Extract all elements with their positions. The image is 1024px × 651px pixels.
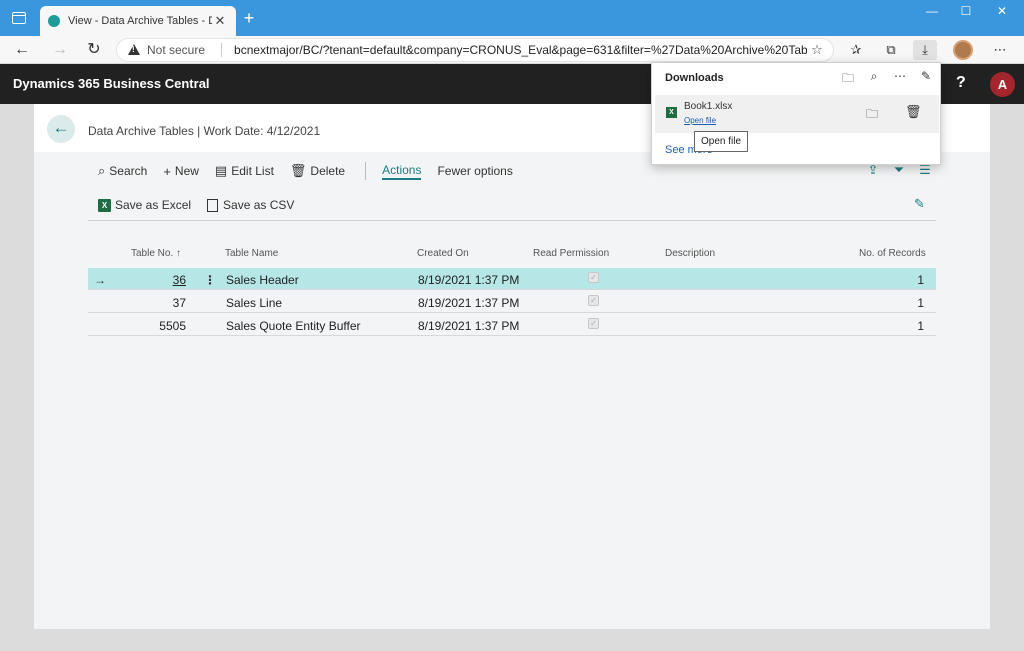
save-as-excel-button[interactable]: X Save as Excel — [98, 198, 191, 212]
table-name-cell: Sales Header — [226, 273, 299, 287]
list-page: ← Data Archive Tables | Work Date: 4/12/… — [34, 104, 990, 629]
refresh-icon[interactable]: ↻ — [84, 40, 104, 60]
table-no-cell[interactable]: 5505 — [96, 319, 186, 333]
actions-tab-label: Actions — [382, 162, 422, 177]
not-secure-label[interactable]: Not secure — [147, 43, 205, 57]
url-divider — [221, 43, 223, 57]
favorites-icon[interactable]: ✰ — [844, 40, 868, 60]
excel-icon: X — [98, 198, 111, 212]
app-brand[interactable]: Dynamics 365 Business Central — [13, 76, 210, 91]
maximize-button[interactable]: ☐ — [950, 4, 982, 22]
no-of-records-cell: 1 — [917, 296, 924, 310]
col-description[interactable]: Description — [665, 248, 715, 259]
excel-file-icon: X — [666, 107, 677, 118]
new-label: New — [174, 164, 199, 178]
fewer-options-label: Fewer options — [437, 164, 513, 178]
read-permission-checkbox: ✓ — [588, 318, 599, 329]
page-background: ← Data Archive Tables | Work Date: 4/12/… — [0, 104, 1024, 651]
no-of-records-cell: 1 — [917, 319, 924, 333]
delete-download-icon[interactable]: 🗑 — [905, 104, 922, 120]
download-file-name: Book1.xlsx — [684, 101, 733, 112]
edit-list-button[interactable]: ▤ Edit List — [215, 163, 274, 179]
open-downloads-folder-icon[interactable]: 🗀 — [835, 69, 861, 90]
search-button[interactable]: ⌕ Search — [98, 163, 147, 179]
pin-action-icon[interactable]: ✎ — [914, 196, 925, 212]
collections-icon[interactable]: ⧉ — [879, 40, 903, 60]
new-tab-button[interactable]: + — [240, 9, 258, 27]
created-on-cell: 8/19/2021 1:37 PM — [418, 296, 520, 310]
created-on-cell: 8/19/2021 1:37 PM — [418, 273, 520, 287]
plus-icon: + — [163, 163, 171, 179]
minimize-button[interactable]: — — [916, 4, 948, 22]
address-toolbar: ← → ↻ Not secure bcnextmajor/BC/?tenant=… — [0, 36, 1024, 64]
actions-tab[interactable]: Actions — [382, 162, 422, 180]
tab-actions-icon[interactable] — [12, 12, 26, 24]
help-icon[interactable]: ? — [956, 74, 966, 92]
pin-icon[interactable]: ✎ — [913, 69, 939, 90]
tab-title: View - Data Archive Tables - Dyn — [68, 15, 212, 27]
open-file-link[interactable]: Open file — [684, 116, 716, 125]
table-name-cell: Sales Line — [226, 296, 283, 310]
show-in-folder-icon[interactable]: 🗀 — [866, 105, 878, 126]
fewer-options-button[interactable]: Fewer options — [437, 164, 512, 178]
row-menu-icon[interactable]: ⋮ — [204, 273, 216, 287]
delete-label: Delete — [310, 164, 346, 178]
browser-titlebar: View - Data Archive Tables - Dyn ✕ + — ☐… — [0, 0, 1024, 36]
back-arrow-icon[interactable]: ← — [12, 40, 32, 60]
col-table-name[interactable]: Table Name — [225, 248, 278, 259]
downloads-icon[interactable]: ⤓ — [913, 40, 937, 60]
save-as-csv-button[interactable]: Save as CSV — [207, 198, 294, 212]
read-permission-checkbox: ✓ — [588, 272, 599, 283]
profile-avatar[interactable] — [953, 40, 973, 60]
browser-tab[interactable]: View - Data Archive Tables - Dyn ✕ — [40, 6, 236, 36]
no-of-records-cell: 1 — [917, 273, 924, 287]
search-label: Search — [109, 164, 148, 178]
action-bar: ⌕ Search + New ▤ Edit List 🗑 Delete Acti… — [98, 160, 529, 182]
col-created-on[interactable]: Created On — [417, 248, 469, 259]
secondary-action-bar: X Save as Excel Save as CSV — [98, 194, 310, 216]
edit-list-icon: ▤ — [214, 163, 228, 178]
action-divider — [365, 162, 367, 180]
favicon-icon — [48, 15, 60, 27]
table-row[interactable]: 37 Sales Line 8/19/2021 1:37 PM ✓ 1 — [88, 291, 936, 313]
col-table-no[interactable]: Table No. ↑ — [131, 248, 181, 259]
table-name-cell: Sales Quote Entity Buffer — [226, 319, 361, 333]
table-no-cell[interactable]: 37 — [96, 296, 186, 310]
search-downloads-icon[interactable]: ⌕ — [861, 69, 887, 90]
table-row[interactable]: → 36 ⋮ Sales Header 8/19/2021 1:37 PM ✓ … — [88, 268, 936, 290]
save-as-excel-label: Save as Excel — [115, 198, 192, 212]
download-item[interactable]: X Book1.xlsx Open file 🗀 🗑 — [655, 95, 939, 133]
page-title: Data Archive Tables | Work Date: 4/12/20… — [88, 124, 321, 138]
downloads-toolbar: 🗀 ⌕ ⋯ ✎ — [835, 69, 939, 90]
header-divider — [88, 220, 936, 221]
url-text[interactable]: bcnextmajor/BC/?tenant=default&company=C… — [234, 43, 807, 57]
open-file-tooltip: Open file — [694, 131, 748, 152]
search-icon: ⌕ — [98, 163, 106, 178]
edit-list-label: Edit List — [231, 164, 274, 178]
downloads-title: Downloads — [665, 72, 724, 84]
read-permission-checkbox: ✓ — [588, 295, 599, 306]
more-options-icon[interactable]: ⋯ — [887, 69, 913, 90]
csv-file-icon — [207, 198, 219, 212]
more-options-icon[interactable]: ⋯ — [988, 40, 1012, 60]
col-read-permission[interactable]: Read Permission — [533, 248, 609, 259]
table-no-cell[interactable]: 36 — [96, 273, 186, 287]
col-no-of-records[interactable]: No. of Records — [859, 248, 926, 259]
new-button[interactable]: + New — [163, 164, 199, 179]
table-header: Table No. ↑ Table Name Created On Read P… — [88, 246, 936, 262]
back-button[interactable]: ← — [47, 115, 75, 143]
save-as-csv-label: Save as CSV — [223, 198, 295, 212]
trash-icon: 🗑 — [289, 163, 307, 178]
warning-icon[interactable] — [127, 43, 141, 57]
user-avatar[interactable]: A — [990, 72, 1015, 97]
forward-arrow-icon[interactable]: → — [50, 40, 70, 60]
table-row[interactable]: 5505 Sales Quote Entity Buffer 8/19/2021… — [88, 314, 936, 336]
close-window-button[interactable]: ✕ — [986, 4, 1018, 22]
address-field[interactable]: Not secure bcnextmajor/BC/?tenant=defaul… — [116, 38, 834, 62]
created-on-cell: 8/19/2021 1:37 PM — [418, 319, 520, 333]
delete-button[interactable]: 🗑 Delete — [290, 163, 345, 179]
add-favorite-icon[interactable]: ☆ — [807, 42, 827, 58]
close-tab-icon[interactable]: ✕ — [212, 13, 228, 29]
